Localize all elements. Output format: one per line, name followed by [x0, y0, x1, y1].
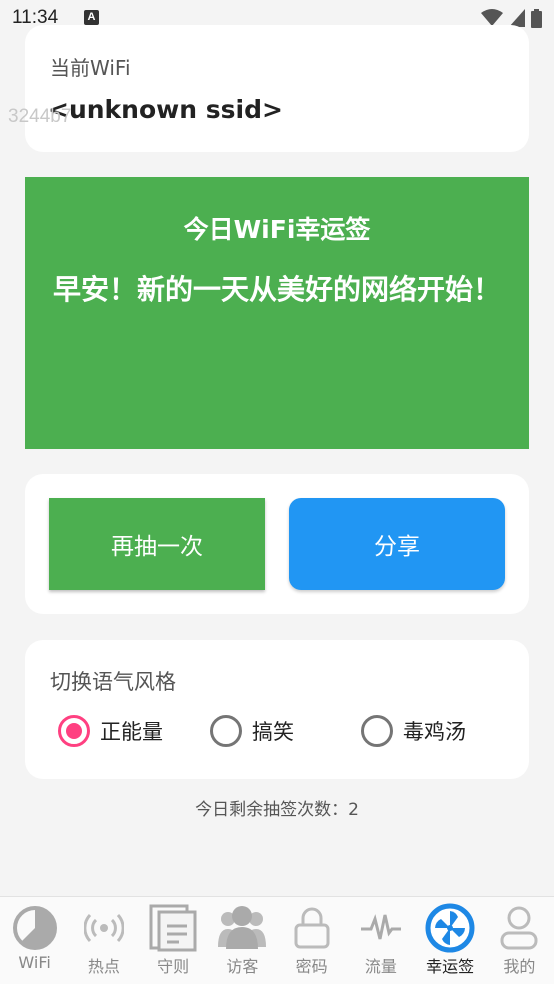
wifi-ssid: <unknown ssid>: [48, 95, 283, 124]
remaining-draws-text: 今日剩余抽签次数：2: [195, 800, 359, 820]
pulse-icon: [355, 903, 407, 953]
nav-item-lucky-draw[interactable]: 幸运签: [416, 897, 485, 984]
nav-item-profile[interactable]: 我的: [485, 897, 554, 984]
radio-label: 毒鸡汤: [403, 720, 466, 744]
a-icon: A: [84, 10, 99, 25]
document-icon: [147, 903, 199, 953]
current-wifi-label: 当前WiFi: [50, 56, 131, 80]
nav-label-rules: 守则: [157, 957, 190, 976]
fortune-text: 早安！新的一天从美好的网络开始！: [52, 273, 501, 306]
nav-label-lucky-draw: 幸运签: [426, 957, 475, 976]
pie-chart-icon: [9, 903, 61, 953]
radio-button-selected[interactable]: [58, 715, 90, 747]
overlay-text: 3244b7: [8, 106, 72, 127]
nav-label-visitors: 访客: [226, 957, 259, 976]
fan-icon: [424, 903, 476, 953]
tone-style-title: 切换语气风格: [50, 670, 176, 694]
nav-label-hotspot: 热点: [87, 957, 120, 976]
nav-item-hotspot[interactable]: 热点: [69, 897, 138, 984]
nav-label-wifi: WiFi: [18, 953, 51, 972]
bottom-nav: WiFi 热点 守则 访客 密码 流量 幸运签 我的: [0, 896, 554, 984]
radio-label: 正能量: [100, 720, 163, 744]
radio-label: 搞笑: [252, 720, 294, 744]
nav-item-password[interactable]: 密码: [277, 897, 346, 984]
radio-funny[interactable]: 搞笑: [210, 714, 294, 748]
nav-item-rules[interactable]: 守则: [139, 897, 208, 984]
users-icon: [216, 903, 268, 953]
fortune-title: 今日WiFi幸运签: [183, 215, 371, 244]
radio-positive[interactable]: 正能量: [58, 714, 163, 748]
nav-item-traffic[interactable]: 流量: [346, 897, 415, 984]
current-wifi-card: 当前WiFi <unknown ssid>: [25, 25, 529, 152]
nav-item-wifi[interactable]: WiFi: [0, 897, 69, 984]
actions-card: 再抽一次 分享: [25, 474, 529, 614]
lock-icon: [286, 903, 338, 953]
nav-label-password: 密码: [295, 957, 328, 976]
fortune-card: 今日WiFi幸运签 早安！新的一天从美好的网络开始！: [25, 177, 529, 449]
radio-button[interactable]: [361, 715, 393, 747]
radio-button[interactable]: [210, 715, 242, 747]
nav-item-visitors[interactable]: 访客: [208, 897, 277, 984]
nav-label-profile: 我的: [503, 957, 536, 976]
battery-icon: [531, 8, 542, 28]
hotspot-icon: [78, 903, 130, 953]
nav-label-traffic: 流量: [364, 957, 397, 976]
redraw-button[interactable]: 再抽一次: [49, 498, 265, 590]
share-button[interactable]: 分享: [289, 498, 505, 590]
person-icon: [493, 903, 545, 953]
tone-style-card: 切换语气风格 正能量 搞笑 毒鸡汤: [25, 640, 529, 779]
radio-poison-soup[interactable]: 毒鸡汤: [361, 714, 466, 748]
